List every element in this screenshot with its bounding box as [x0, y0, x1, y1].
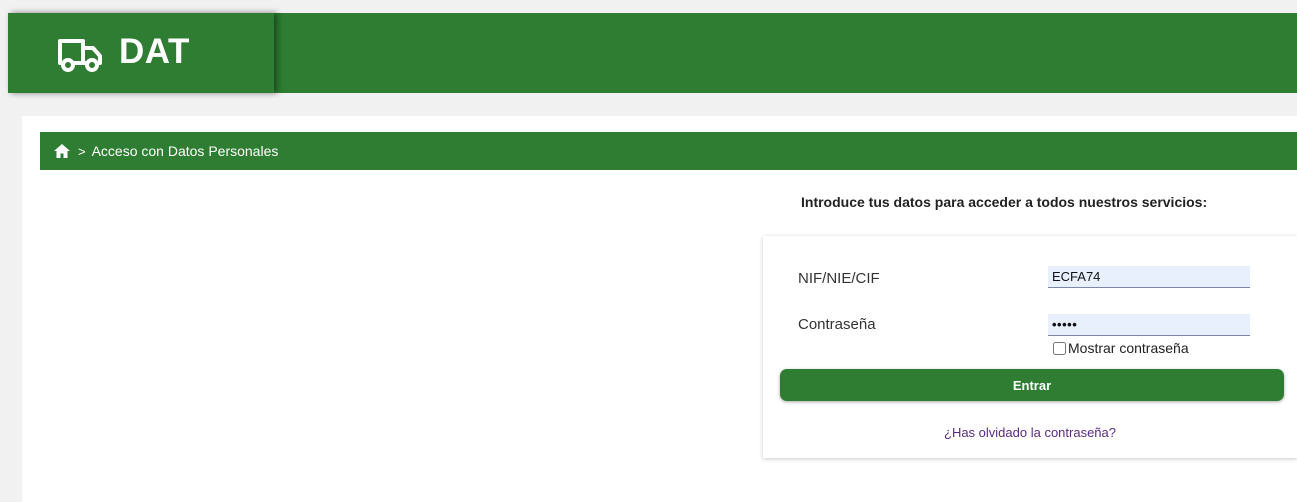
brand-logo[interactable]: DAT	[8, 13, 274, 93]
show-password-toggle[interactable]: Mostrar contraseña	[1053, 340, 1189, 356]
show-password-label: Mostrar contraseña	[1068, 340, 1189, 356]
breadcrumb-separator: >	[78, 143, 86, 159]
forgot-password-link[interactable]: ¿Has olvidado la contraseña?	[763, 425, 1297, 440]
nif-label: NIF/NIE/CIF	[798, 270, 880, 287]
main-panel: > Acceso con Datos Personales Introduce …	[22, 116, 1297, 502]
brand-name: DAT	[119, 32, 190, 71]
breadcrumb: > Acceso con Datos Personales	[40, 132, 1297, 170]
login-card: NIF/NIE/CIF Contraseña Mostrar contraseñ…	[763, 236, 1297, 458]
password-label: Contraseña	[798, 316, 876, 333]
password-input[interactable]	[1048, 314, 1250, 336]
show-password-checkbox[interactable]	[1053, 341, 1066, 355]
nif-input[interactable]	[1048, 266, 1250, 288]
home-icon[interactable]	[54, 144, 70, 158]
top-header-bar: DAT	[8, 13, 1297, 93]
breadcrumb-current: Acceso con Datos Personales	[91, 143, 279, 159]
login-submit-button[interactable]: Entrar	[780, 369, 1284, 401]
truck-icon	[58, 39, 102, 72]
login-intro-text: Introduce tus datos para acceder a todos…	[801, 194, 1208, 210]
